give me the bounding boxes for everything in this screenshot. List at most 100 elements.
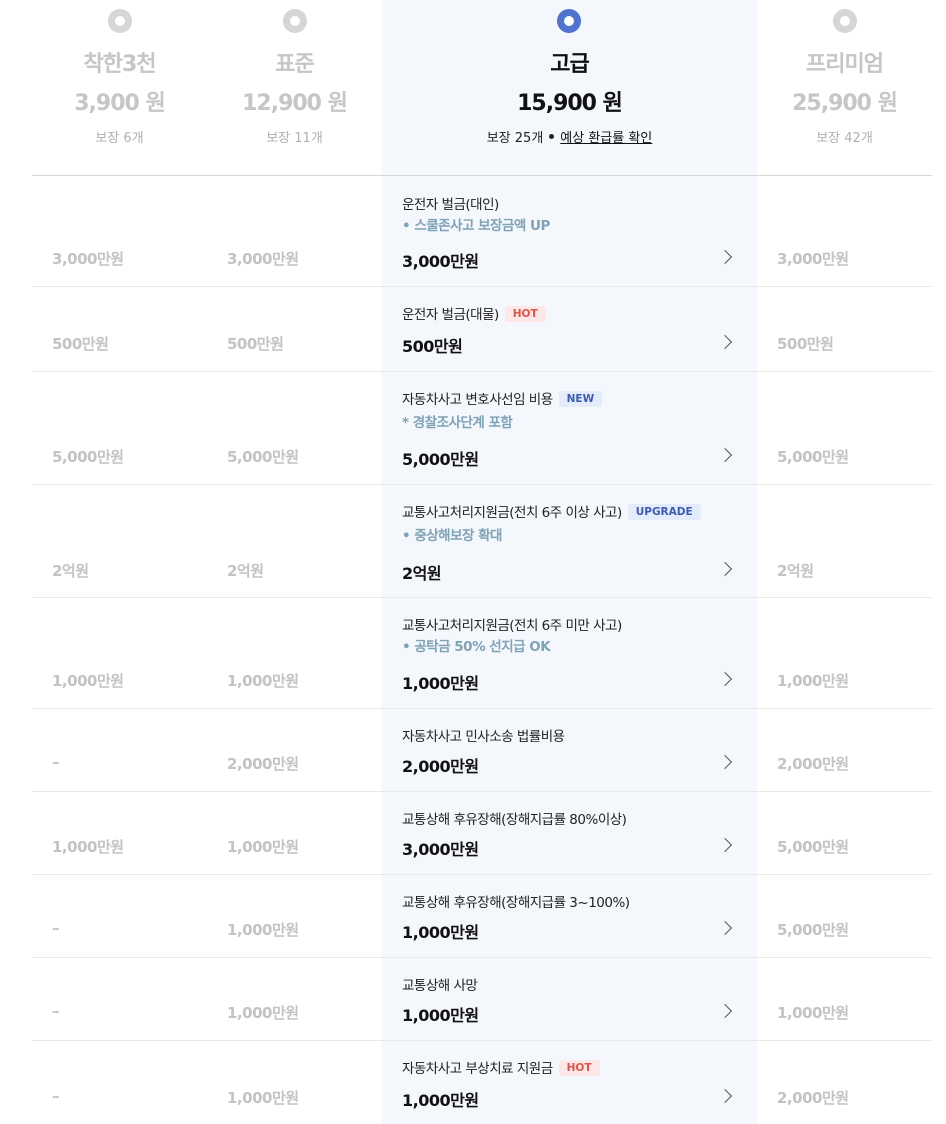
chevron-right-icon[interactable] xyxy=(717,1088,733,1104)
plan-1-value: 3,000만원 xyxy=(52,250,124,268)
plan-4-value: 1,000만원 xyxy=(777,672,849,690)
plan-3-value: 1,000만원 xyxy=(402,674,479,693)
coverage-note: • 중상해보장 확대 xyxy=(402,528,502,544)
coverage-title: 운전자 벌금(대물) HOT xyxy=(402,303,546,323)
plan-1-value: 5,000만원 xyxy=(52,448,124,466)
plan-selector: 착한3천 3,900 원 보장 6개 표준 12,900 원 보장 11개 고급… xyxy=(0,0,946,176)
plan-3-value: 1,000만원 xyxy=(402,923,479,942)
coverage-title: 교통사고처리지원금(전치 6주 이상 사고) UPGRADE xyxy=(402,501,701,521)
coverage-title-text: 자동차사고 변호사선임 비용 xyxy=(402,392,553,408)
plan-3-value: 1,000만원 xyxy=(402,1091,479,1110)
plan-1-value: 500만원 xyxy=(52,335,109,353)
separator-dot-icon xyxy=(549,134,555,139)
hot-badge: HOT xyxy=(504,306,546,322)
plan-name: 고급 xyxy=(550,52,589,77)
plan-3-value: 3,000만원 xyxy=(402,252,479,271)
coverage-title: 자동차사고 부상치료 지원금 HOT xyxy=(402,1057,600,1077)
plan-option-3[interactable]: 고급 15,900 원 보장 25개 예상 환급률 확인 xyxy=(382,0,757,176)
coverage-row[interactable]: 교통상해 후유장해(장해지급률 80%이상) 1,000만원 1,000만원 3… xyxy=(32,792,932,875)
coverage-title: 교통상해 사망 xyxy=(402,978,478,994)
chevron-right-icon[interactable] xyxy=(717,447,733,463)
plan-4-value: 2억원 xyxy=(777,562,814,580)
plan-3-value: 2,000만원 xyxy=(402,757,479,776)
plan-2-value: 2,000만원 xyxy=(227,755,299,773)
chevron-right-icon[interactable] xyxy=(717,671,733,687)
coverage-row[interactable]: 자동차사고 부상치료 지원금 HOT – 1,000만원 1,000만원 2,00… xyxy=(32,1041,932,1124)
plan-3-value: 2억원 xyxy=(402,564,442,583)
plan-coverage-info: 보장 25개 예상 환급률 확인 xyxy=(382,127,757,146)
plan-coverage-count: 보장 11개 xyxy=(266,131,323,146)
radio-icon[interactable] xyxy=(833,9,857,33)
plan-1-value: – xyxy=(52,1002,60,1020)
plan-2-value: 1,000만원 xyxy=(227,672,299,690)
radio-icon[interactable] xyxy=(108,9,132,33)
coverage-title: 교통상해 후유장해(장해지급률 80%이상) xyxy=(402,812,627,828)
plan-name: 표준 xyxy=(275,52,314,77)
plan-4-value: 1,000만원 xyxy=(777,1004,849,1022)
chevron-right-icon[interactable] xyxy=(717,561,733,577)
plan-option-1[interactable]: 착한3천 3,900 원 보장 6개 xyxy=(32,0,207,176)
plan-name: 프리미엄 xyxy=(806,52,884,77)
plan-price: 15,900 원 xyxy=(517,91,623,116)
coverage-note: • 공탁금 50% 선지급 OK xyxy=(402,639,551,655)
coverage-row[interactable]: 교통사고처리지원금(전치 6주 이상 사고) UPGRADE • 중상해보장 확대… xyxy=(32,485,932,598)
coverage-title: 자동차사고 민사소송 법률비용 xyxy=(402,729,565,745)
hot-badge: HOT xyxy=(558,1060,600,1076)
coverage-row[interactable]: 교통사고처리지원금(전치 6주 미만 사고) • 공탁금 50% 선지급 OK … xyxy=(32,598,932,709)
plan-2-value: 5,000만원 xyxy=(227,448,299,466)
coverage-note: * 경찰조사단계 포함 xyxy=(402,415,513,431)
plan-3-value: 1,000만원 xyxy=(402,1006,479,1025)
coverage-title: 운전자 벌금(대인) xyxy=(402,197,499,213)
plan-4-value: 5,000만원 xyxy=(777,838,849,856)
upgrade-badge: UPGRADE xyxy=(627,504,701,520)
plan-1-value: 1,000만원 xyxy=(52,672,124,690)
plan-coverage-count: 보장 25개 xyxy=(486,131,544,146)
plan-2-value: 500만원 xyxy=(227,335,284,353)
plan-4-value: 500만원 xyxy=(777,335,834,353)
plan-4-value: 5,000만원 xyxy=(777,921,849,939)
plan-1-value: 1,000만원 xyxy=(52,838,124,856)
plan-price: 3,900 원 xyxy=(74,91,166,116)
chevron-right-icon[interactable] xyxy=(717,249,733,265)
coverage-title: 교통사고처리지원금(전치 6주 미만 사고) xyxy=(402,618,622,634)
refund-rate-link[interactable]: 예상 환급률 확인 xyxy=(560,131,652,146)
radio-icon[interactable] xyxy=(283,9,307,33)
plan-name: 착한3천 xyxy=(83,52,156,77)
plan-2-value: 3,000만원 xyxy=(227,250,299,268)
coverage-row[interactable]: 교통상해 사망 – 1,000만원 1,000만원 1,000만원 xyxy=(32,958,932,1041)
coverage-row[interactable]: 운전자 벌금(대인) • 스쿨존사고 보장금액 UP 3,000만원 3,000… xyxy=(32,176,932,287)
plan-1-value: – xyxy=(52,1087,60,1105)
plan-1-value: 2억원 xyxy=(52,562,89,580)
chevron-right-icon[interactable] xyxy=(717,1003,733,1019)
chevron-right-icon[interactable] xyxy=(717,920,733,936)
radio-selected-icon[interactable] xyxy=(557,9,581,33)
plan-2-value: 1,000만원 xyxy=(227,1089,299,1107)
coverage-row[interactable]: 자동차사고 민사소송 법률비용 – 2,000만원 2,000만원 2,000만… xyxy=(32,709,932,792)
coverage-title: 자동차사고 변호사선임 비용 NEW xyxy=(402,388,603,408)
chevron-right-icon[interactable] xyxy=(717,334,733,350)
plan-2-value: 1,000만원 xyxy=(227,921,299,939)
coverage-row[interactable]: 자동차사고 변호사선임 비용 NEW * 경찰조사단계 포함 5,000만원 5,… xyxy=(32,372,932,485)
plan-price: 12,900 원 xyxy=(242,91,348,116)
coverage-title-text: 자동차사고 부상치료 지원금 xyxy=(402,1061,553,1077)
plan-3-value: 5,000만원 xyxy=(402,450,479,469)
plan-price: 25,900 원 xyxy=(792,91,898,116)
coverage-note: • 스쿨존사고 보장금액 UP xyxy=(402,218,550,234)
coverage-title-text: 교통사고처리지원금(전치 6주 이상 사고) xyxy=(402,505,622,521)
plan-2-value: 1,000만원 xyxy=(227,838,299,856)
plan-option-4[interactable]: 프리미엄 25,900 원 보장 42개 xyxy=(757,0,932,176)
coverage-title: 교통상해 후유장해(장해지급률 3~100%) xyxy=(402,895,630,911)
plan-3-value: 3,000만원 xyxy=(402,840,479,859)
plan-coverage-count: 보장 42개 xyxy=(816,131,873,146)
plan-1-value: – xyxy=(52,919,60,937)
new-badge: NEW xyxy=(558,391,603,407)
plan-2-value: 2억원 xyxy=(227,562,264,580)
plan-coverage-count: 보장 6개 xyxy=(95,131,144,146)
coverage-row[interactable]: 운전자 벌금(대물) HOT 500만원 500만원 500만원 500만원 xyxy=(32,287,932,372)
plan-3-value: 500만원 xyxy=(402,337,463,356)
plan-option-2[interactable]: 표준 12,900 원 보장 11개 xyxy=(207,0,382,176)
chevron-right-icon[interactable] xyxy=(717,837,733,853)
plan-1-value: – xyxy=(52,753,60,771)
chevron-right-icon[interactable] xyxy=(717,754,733,770)
coverage-row[interactable]: 교통상해 후유장해(장해지급률 3~100%) – 1,000만원 1,000만… xyxy=(32,875,932,958)
